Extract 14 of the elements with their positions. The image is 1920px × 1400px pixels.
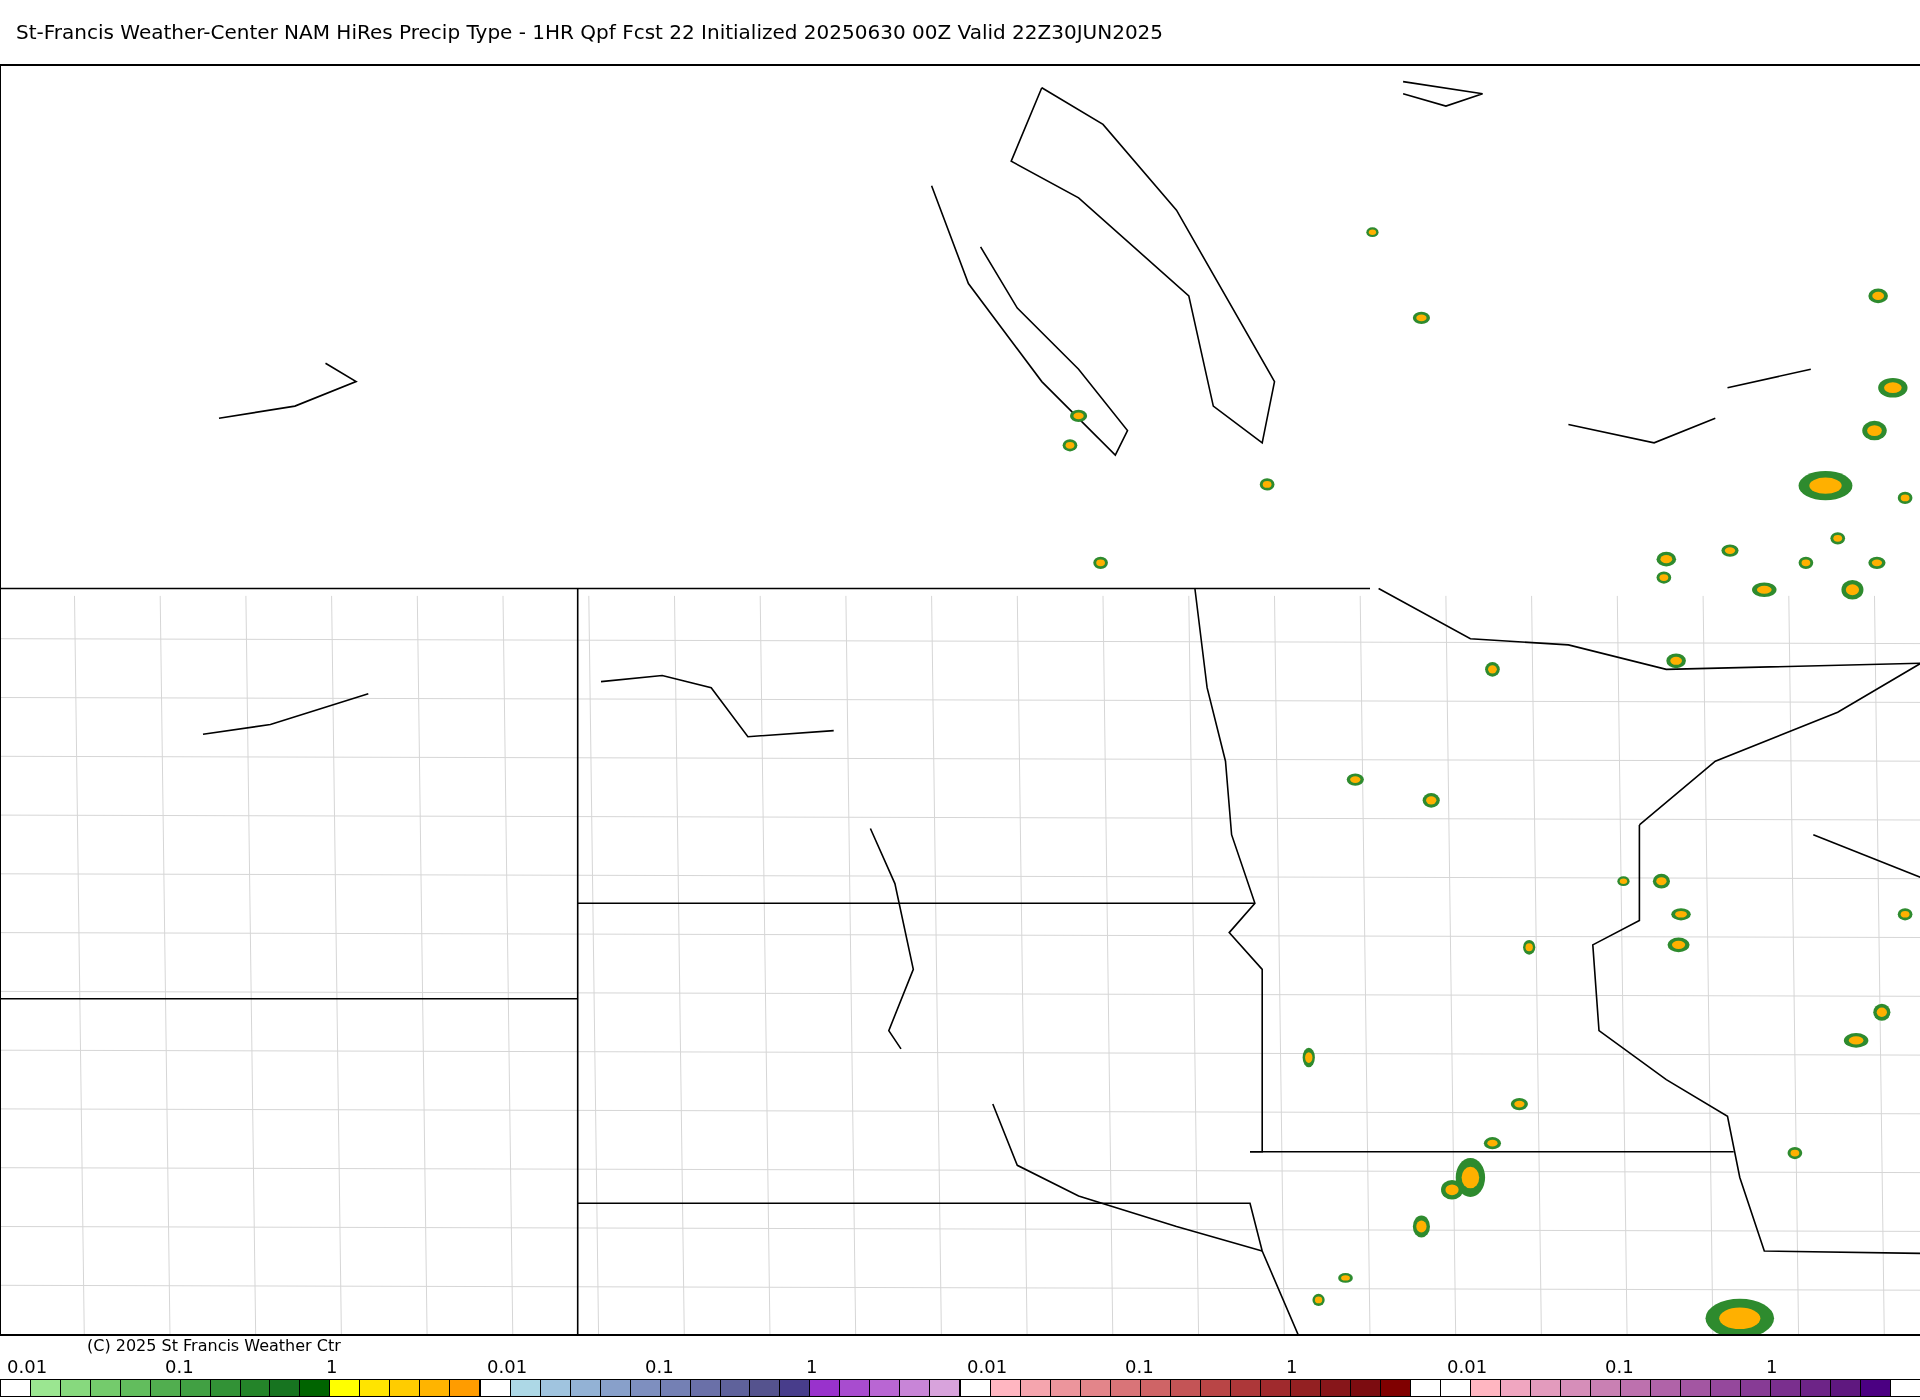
- legend-label: 0.1: [645, 1357, 674, 1377]
- legend-label: 0.1: [1125, 1357, 1154, 1377]
- legend-label: 0.01: [487, 1357, 528, 1377]
- legend-label: 1: [326, 1357, 338, 1377]
- legend-label: 0.01: [7, 1357, 48, 1377]
- map-title: St-Francis Weather-Center NAM HiRes Precip Type - 1HR Qpf Fcst 22 Initialized 20250630 00Z Valid 22Z30JUN2025: [15, 19, 1165, 46]
- legend-label: 0.1: [1605, 1357, 1634, 1377]
- legend-label: 1: [806, 1357, 818, 1377]
- legend-label: 1: [1766, 1357, 1778, 1377]
- legend-label: 1: [1286, 1357, 1298, 1377]
- legend-label: 0.01: [967, 1357, 1008, 1377]
- copyright-text: (C) 2025 St Francis Weather Ctr: [87, 1337, 341, 1355]
- legend-label: 0.1: [165, 1357, 194, 1377]
- legend-label: 0.01: [1447, 1357, 1488, 1377]
